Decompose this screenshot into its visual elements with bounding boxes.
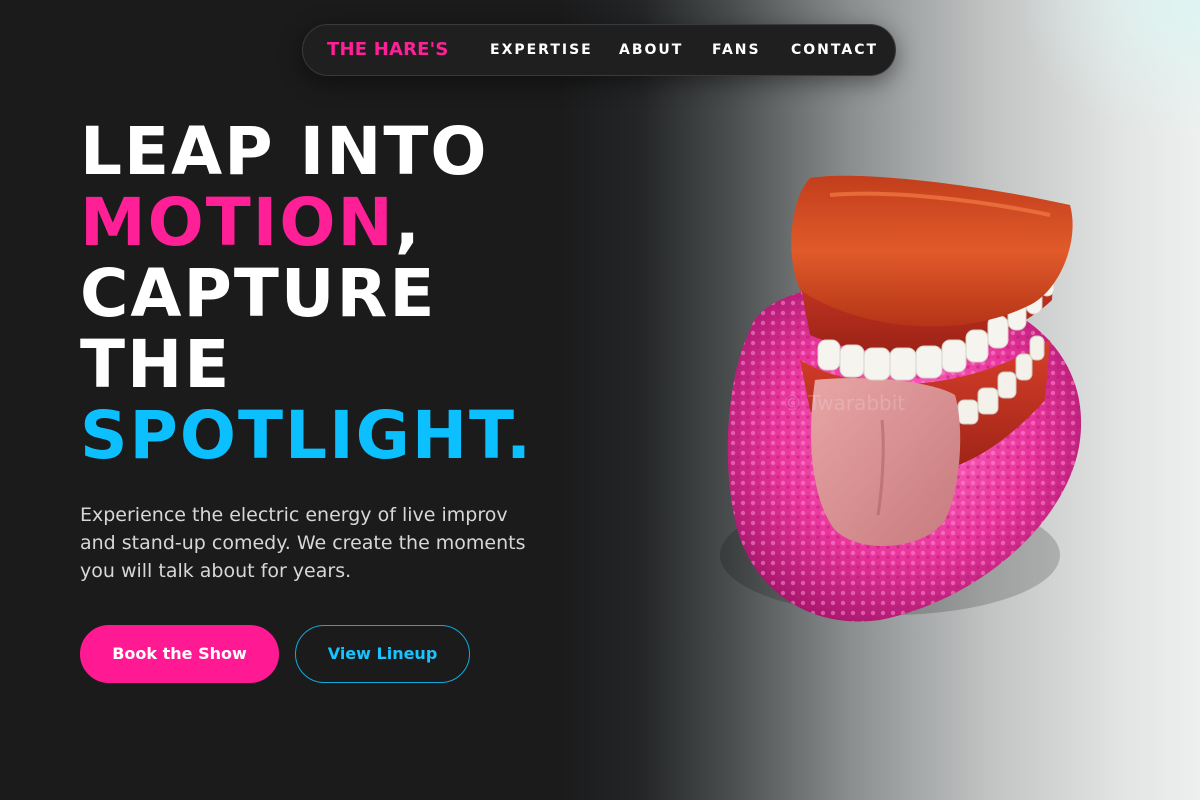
chattering-teeth-icon: © Twarabbit [720,175,1082,622]
nav-link-about[interactable]: ABOUT [619,25,683,75]
hero-description: Experience the electric energy of live i… [80,504,526,582]
book-the-show-button[interactable]: Book the Show [80,625,279,683]
headline-line-3: CAPTURE [80,255,437,332]
image-watermark: © Twarabbit [782,391,905,415]
headline-line-4: THE [80,326,232,403]
nav-link-expertise[interactable]: EXPERTISE [490,25,593,75]
nav-link-fans[interactable]: FANS [712,25,761,75]
view-lineup-button[interactable]: View Lineup [295,625,470,683]
headline-highlight-spotlight: SPOTLIGHT. [80,397,534,474]
headline-highlight-motion: MOTION [80,184,395,261]
hero-headline: LEAP INTO MOTION, CAPTURE THE SPOTLIGHT. [80,116,533,471]
hero-image: © Twarabbit [560,0,1200,800]
page: © Twarabbit THE HARE'S EXPERTISE ABOUT F… [0,0,1200,800]
brand-logo-link[interactable]: THE HARE'S [327,25,449,75]
nav-link-contact[interactable]: CONTACT [791,25,878,75]
headline-line-1: LEAP INTO [80,113,489,190]
headline-line-2: MOTION, [80,187,533,258]
headline-comma: , [394,184,422,261]
top-navigation: THE HARE'S EXPERTISE ABOUT FANS CONTACT [302,24,896,76]
